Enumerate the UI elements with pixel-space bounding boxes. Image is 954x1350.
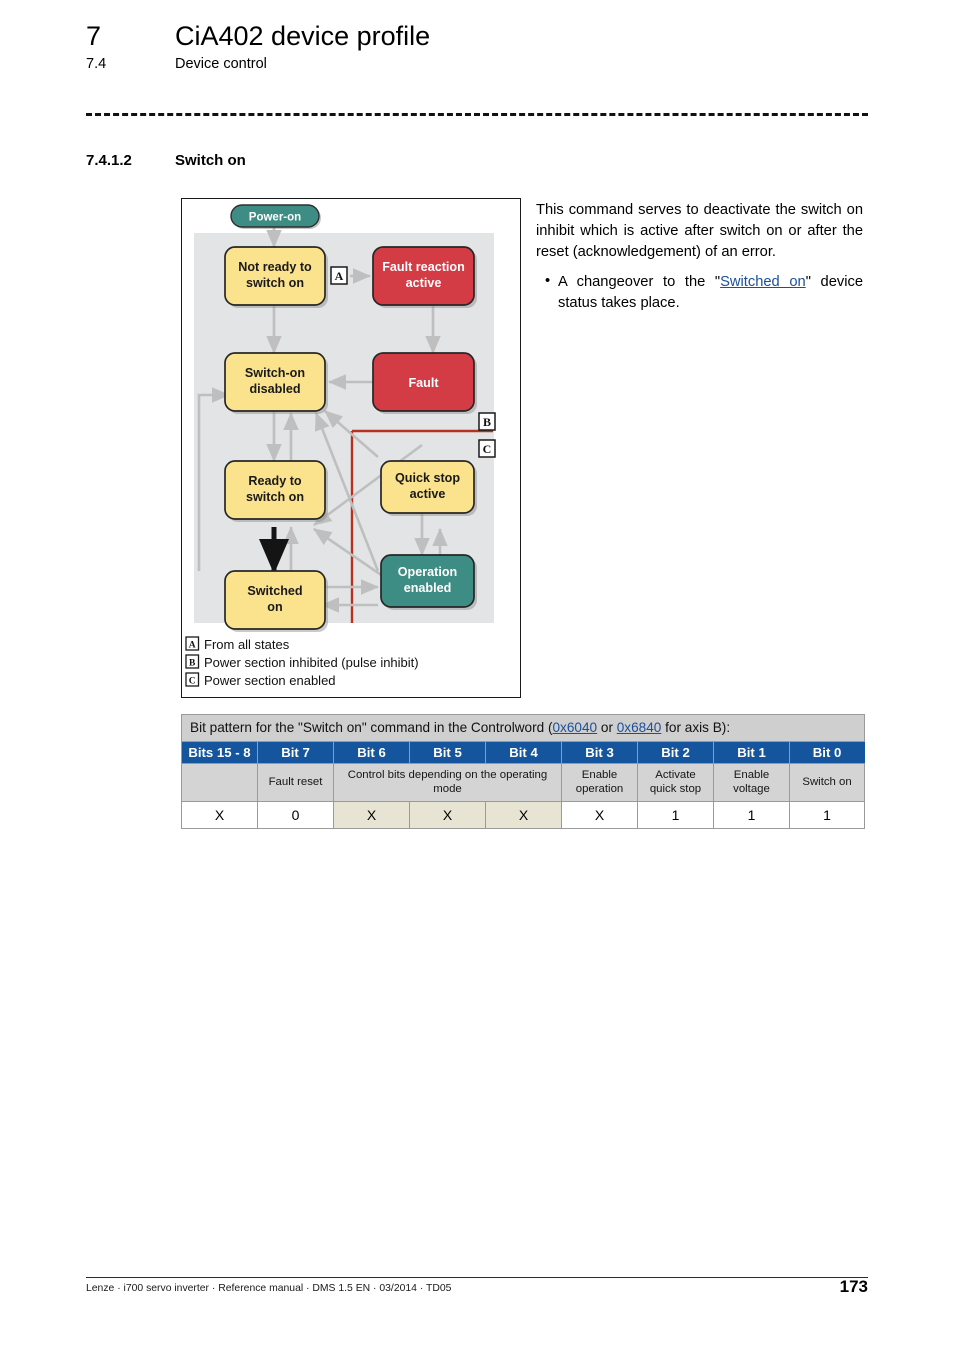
- legend-marker-a: A: [189, 641, 196, 651]
- legend-marker-c: C: [189, 677, 196, 687]
- section-title: Switch on: [175, 152, 246, 169]
- value-bit-1: 1: [713, 801, 790, 829]
- legend-text-c: Power section enabled: [204, 673, 336, 688]
- header-divider: [86, 113, 868, 116]
- state-fault-reaction-label-2: active: [406, 276, 442, 290]
- desc-bits-6-4: Control bits depending on the operating …: [333, 763, 562, 802]
- caption-mid: or: [597, 720, 617, 735]
- header-bit-2: Bit 2: [637, 741, 714, 764]
- marker-b-label: B: [483, 415, 491, 429]
- table-header-row: Bits 15 - 8 Bit 7 Bit 6 Bit 5 Bit 4 Bit …: [181, 741, 866, 764]
- state-machine-figure: Power-on Not ready to switch on Fault re…: [181, 198, 521, 698]
- table-description-row: Fault reset Control bits depending on th…: [181, 763, 866, 802]
- header-section-number: 7.4: [86, 56, 107, 73]
- value-bits-15-8: X: [181, 801, 258, 829]
- desc-bit-1: Enable voltage: [713, 763, 790, 802]
- diagram-legend: A From all states B Power section inhibi…: [185, 636, 419, 688]
- marker-a-label: A: [335, 269, 344, 283]
- state-switched-on-label-1: Switched: [247, 584, 302, 598]
- desc-bit-0: Switch on: [788, 763, 866, 802]
- state-ready-label-2: switch on: [246, 490, 304, 504]
- state-fault: Fault: [372, 352, 477, 414]
- state-ready-to-switch-on: Ready to switch on: [224, 460, 328, 522]
- chapter-number: 7: [86, 21, 102, 51]
- header-bit-7: Bit 7: [257, 741, 334, 764]
- section-row: 7.4 Device control: [86, 56, 868, 72]
- header-bit-1: Bit 1: [713, 741, 790, 764]
- state-diagram-svg: Power-on Not ready to switch on Fault re…: [185, 204, 496, 688]
- description-text: This command serves to deactivate the sw…: [536, 200, 863, 314]
- state-switch-on-disabled: Switch-on disabled: [224, 352, 328, 414]
- header-section-title: Device control: [175, 56, 267, 73]
- state-operation-enabled-label-1: Operation: [398, 565, 457, 579]
- state-power-on: Power-on: [230, 204, 321, 229]
- header-bit-0: Bit 0: [788, 741, 866, 764]
- description-bullets: A changeover to the "Switched on" device…: [536, 271, 863, 314]
- value-bit-5: X: [409, 801, 486, 829]
- state-switched-on: Switched on: [224, 570, 328, 632]
- page-header: 7 CiA402 device profile 7.4 Device contr…: [86, 21, 868, 73]
- footer-divider: [86, 1277, 868, 1278]
- controlword-link-6840[interactable]: 0x6840: [617, 720, 662, 735]
- state-quick-stop-label-1: Quick stop: [395, 471, 460, 485]
- section-heading: 7.4.1.2 Switch on: [86, 152, 246, 169]
- state-not-ready-label-2: switch on: [246, 276, 304, 290]
- footer-text: Lenze · i700 servo inverter · Reference …: [86, 1283, 452, 1294]
- value-bit-2: 1: [637, 801, 714, 829]
- state-switch-on-disabled-label-1: Switch-on: [245, 366, 305, 380]
- marker-c-label: C: [483, 442, 492, 456]
- chapter-title: CiA402 device profile: [175, 21, 431, 51]
- state-not-ready-label-1: Not ready to: [238, 260, 312, 274]
- caption-part-1: Bit pattern for the "Switch on" command …: [190, 720, 553, 735]
- table-caption-row: Bit pattern for the "Switch on" command …: [180, 714, 866, 742]
- state-operation-enabled-label-2: enabled: [404, 581, 452, 595]
- state-fault-label: Fault: [408, 376, 439, 390]
- caption-part-2: for axis B):: [661, 720, 731, 735]
- controlword-link-6040[interactable]: 0x6040: [553, 720, 598, 735]
- state-quick-stop-label-2: active: [410, 487, 446, 501]
- table-caption: Bit pattern for the "Switch on" command …: [180, 714, 866, 742]
- state-fault-reaction-label-1: Fault reaction: [382, 260, 465, 274]
- table-value-row: X 0 X X X X 1 1 1: [181, 801, 866, 829]
- state-switched-on-label-2: on: [267, 600, 282, 614]
- state-quick-stop-active: Quick stop active: [380, 460, 477, 516]
- state-power-on-label: Power-on: [249, 212, 301, 224]
- value-bit-0: 1: [788, 801, 866, 829]
- page-number: 173: [839, 1277, 868, 1296]
- bullet-prefix: A changeover to the ": [558, 274, 721, 291]
- legend-marker-b: B: [189, 659, 196, 669]
- legend-text-a: From all states: [204, 637, 290, 652]
- marker-a: A: [330, 266, 348, 285]
- chapter-row: 7 CiA402 device profile: [86, 21, 868, 51]
- value-bit-6: X: [333, 801, 410, 829]
- state-fault-reaction-active: Fault reaction active: [372, 246, 477, 308]
- description-paragraph: This command serves to deactivate the sw…: [536, 202, 863, 261]
- state-ready-label-1: Ready to: [248, 474, 301, 488]
- legend-text-b: Power section inhibited (pulse inhibit): [204, 655, 419, 670]
- header-bit-4: Bit 4: [485, 741, 562, 764]
- section-number: 7.4.1.2: [86, 152, 132, 169]
- desc-bits-15-8: [181, 763, 258, 802]
- state-switch-on-disabled-label-2: disabled: [249, 382, 300, 396]
- value-bit-4: X: [485, 801, 562, 829]
- switched-on-link[interactable]: Switched on: [720, 274, 806, 290]
- desc-bit-3: Enable operation: [561, 763, 638, 802]
- value-bit-3: X: [561, 801, 638, 829]
- header-bit-6: Bit 6: [333, 741, 410, 764]
- bit-pattern-table: Bit pattern for the "Switch on" command …: [180, 714, 866, 829]
- header-bit-5: Bit 5: [409, 741, 486, 764]
- marker-c: C: [478, 439, 496, 458]
- header-bits-15-8: Bits 15 - 8: [181, 741, 258, 764]
- header-bit-3: Bit 3: [561, 741, 638, 764]
- bullet-item-changeover: A changeover to the "Switched on" device…: [536, 271, 863, 314]
- desc-bit-7: Fault reset: [257, 763, 334, 802]
- desc-bit-2: Activate quick stop: [637, 763, 714, 802]
- marker-b: B: [478, 412, 496, 431]
- state-operation-enabled: Operation enabled: [380, 554, 477, 610]
- state-not-ready-to-switch-on: Not ready to switch on: [224, 246, 328, 308]
- value-bit-7: 0: [257, 801, 334, 829]
